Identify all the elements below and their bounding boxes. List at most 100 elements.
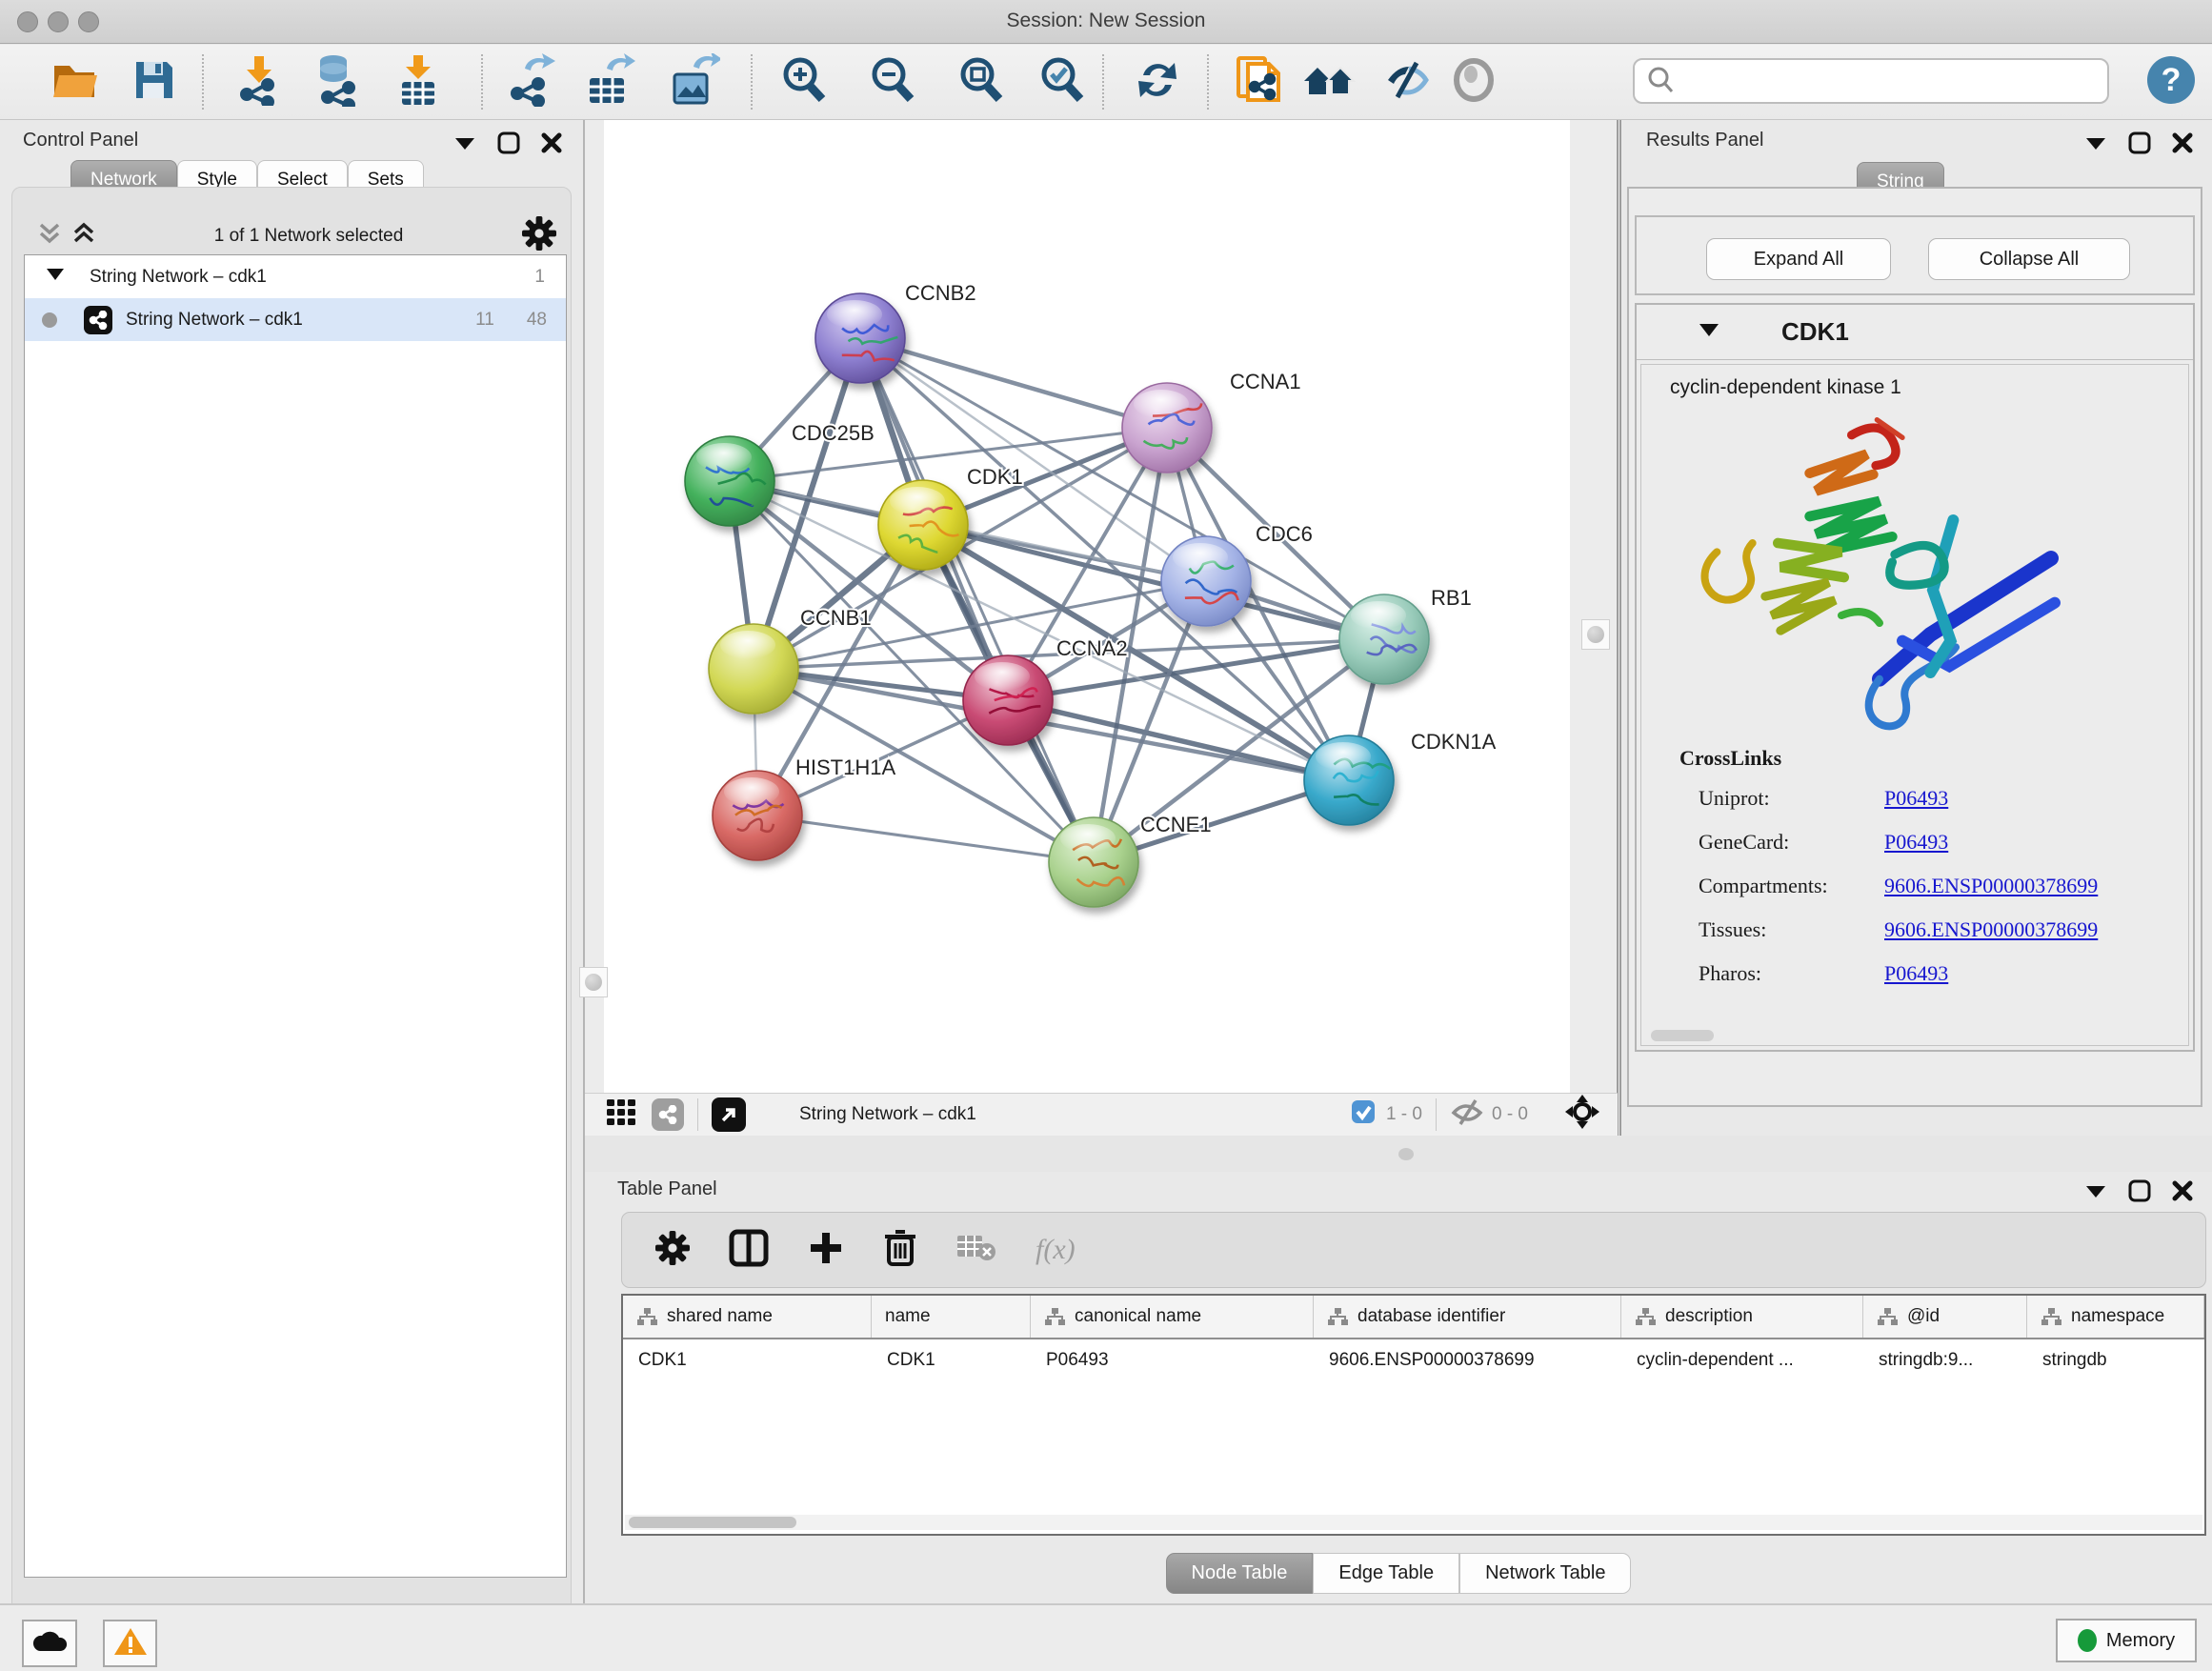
import-table-button[interactable] — [387, 52, 450, 111]
horizontal-splitter[interactable] — [585, 1136, 2212, 1172]
panel-menu-icon[interactable] — [2084, 134, 2107, 151]
zoom-selected-button[interactable] — [1031, 52, 1094, 111]
panel-close-icon[interactable] — [541, 132, 562, 153]
tab-node-table[interactable]: Node Table — [1166, 1553, 1314, 1594]
table-hscroll-thumb[interactable] — [629, 1517, 796, 1528]
panel-float-icon[interactable] — [2128, 131, 2151, 154]
panel-menu-icon[interactable] — [453, 134, 476, 151]
expand-all-icon[interactable] — [71, 221, 96, 252]
crosslinks-title: CrossLinks — [1679, 746, 2098, 771]
export-image-button[interactable] — [663, 52, 726, 111]
network-node-CCNA1[interactable]: CCNA1 — [1122, 370, 1301, 473]
column-header-namespace[interactable]: namespace — [2027, 1296, 2204, 1338]
panel-close-icon[interactable] — [2172, 1180, 2193, 1201]
network-node-CDKN1A[interactable]: CDKN1A — [1304, 730, 1497, 825]
protein-section-header[interactable]: CDK1 — [1637, 305, 2193, 360]
network-badge-icon[interactable] — [652, 1098, 684, 1131]
import-network-database-button[interactable] — [305, 52, 368, 111]
collapse-all-icon[interactable] — [37, 221, 62, 252]
zoom-fit-icon — [956, 55, 1006, 110]
search-input[interactable] — [1675, 70, 2084, 91]
panel-menu-icon[interactable] — [2084, 1182, 2107, 1199]
selected-checkbox-icon[interactable] — [1350, 1098, 1377, 1131]
network-node-CCNB2[interactable]: CCNB2 — [815, 281, 976, 383]
refresh-button[interactable] — [1126, 52, 1189, 111]
column-header--id[interactable]: @id — [1863, 1296, 2027, 1338]
hide-panel-button[interactable] — [1377, 52, 1439, 111]
table-cell[interactable]: CDK1 — [623, 1339, 872, 1381]
expand-all-button[interactable]: Expand All — [1706, 238, 1891, 280]
results-panel-divider[interactable] — [1615, 120, 1621, 1136]
network-node-HIST1H1A[interactable]: HIST1H1A — [713, 755, 895, 860]
crosslink-link[interactable]: P06493 — [1884, 786, 1948, 811]
table-cell[interactable]: cyclin-dependent ... — [1621, 1339, 1863, 1381]
add-column-icon[interactable] — [807, 1229, 845, 1272]
tree-expander-icon[interactable] — [46, 267, 65, 288]
open-session-button[interactable] — [45, 52, 108, 111]
network-row-selected[interactable]: String Network – cdk1 11 48 — [25, 298, 566, 341]
network-node-CCNE1[interactable]: CCNE1 — [1049, 813, 1212, 907]
share-network-file-button[interactable] — [1229, 52, 1292, 111]
table-cell[interactable]: 9606.ENSP00000378699 — [1314, 1339, 1621, 1381]
table-hscrollbar[interactable] — [625, 1515, 2202, 1530]
table-cell[interactable]: stringdb:9... — [1863, 1339, 2027, 1381]
table-options-gear-icon[interactable] — [654, 1230, 691, 1271]
node-label-CDC6: CDC6 — [1256, 522, 1313, 546]
save-session-button[interactable] — [123, 52, 186, 111]
table-cell[interactable]: P06493 — [1031, 1339, 1314, 1381]
zoom-in-button[interactable] — [773, 52, 835, 111]
cloud-status-button[interactable] — [22, 1620, 77, 1667]
home-view-button[interactable] — [1297, 52, 1360, 111]
crosslink-link[interactable]: P06493 — [1884, 961, 1948, 986]
network-collection-row[interactable]: String Network – cdk1 1 — [25, 255, 566, 298]
edge-CCNE1-HIST1H1A[interactable] — [757, 815, 1094, 862]
zoom-out-button[interactable] — [861, 52, 924, 111]
memory-button[interactable]: Memory — [2056, 1619, 2197, 1662]
network-options-gear-icon[interactable] — [521, 215, 557, 257]
network-node-RB1[interactable]: RB1 — [1339, 586, 1472, 684]
toolbar-separator — [751, 54, 753, 110]
grid-view-icon[interactable] — [606, 1097, 636, 1132]
results-hscroll-thumb[interactable] — [1651, 1030, 1714, 1041]
table-cell[interactable]: CDK1 — [872, 1339, 1031, 1381]
column-header-shared-name[interactable]: shared name — [623, 1296, 872, 1338]
delete-row-trash-icon[interactable] — [883, 1228, 917, 1273]
column-header-database-identifier[interactable]: database identifier — [1314, 1296, 1621, 1338]
pan-crosshair-icon[interactable] — [1564, 1094, 1600, 1136]
hidden-eye-icon[interactable] — [1450, 1097, 1484, 1132]
panel-close-icon[interactable] — [2172, 132, 2193, 153]
table-cell[interactable]: stringdb — [2027, 1339, 2204, 1381]
panel-float-icon[interactable] — [497, 131, 520, 154]
crosslink-link[interactable]: P06493 — [1884, 830, 1948, 855]
crosslink-link[interactable]: 9606.ENSP00000378699 — [1884, 874, 2098, 898]
column-header-canonical-name[interactable]: canonical name — [1031, 1296, 1314, 1338]
search-box[interactable] — [1633, 58, 2109, 104]
edge-CCNB2-CCNA1[interactable] — [860, 338, 1167, 428]
section-collapse-icon[interactable] — [1698, 321, 1720, 343]
node-label-CDK1: CDK1 — [967, 465, 1023, 489]
crosslink-link[interactable]: 9606.ENSP00000378699 — [1884, 917, 2098, 942]
export-network-button[interactable] — [500, 52, 563, 111]
tab-edge-table[interactable]: Edge Table — [1313, 1553, 1459, 1594]
network-view[interactable]: CCNB2CCNA1CDC25BCDK1CDC6RB1CCNB1CCNA2CDK… — [604, 120, 1570, 1093]
window-title: Session: New Session — [0, 10, 2212, 32]
collapse-all-button[interactable]: Collapse All — [1928, 238, 2130, 280]
export-table-button[interactable] — [578, 52, 641, 111]
import-network-file-button[interactable] — [228, 52, 291, 111]
help-button[interactable]: ? — [2147, 56, 2195, 104]
right-splitter-handle[interactable] — [1581, 619, 1610, 650]
network-node-CDK1[interactable]: CDK1 — [878, 465, 1023, 570]
split-columns-icon[interactable] — [729, 1229, 769, 1272]
crosslink-label: Pharos: — [1679, 961, 1884, 986]
zoom-fit-button[interactable] — [950, 52, 1013, 111]
show-panel-button[interactable] — [1442, 52, 1505, 111]
column-header-name[interactable]: name — [872, 1296, 1031, 1338]
tab-network-table[interactable]: Network Table — [1459, 1553, 1631, 1594]
column-header-description[interactable]: description — [1621, 1296, 1863, 1338]
double-house-icon — [1300, 58, 1357, 107]
table-row[interactable]: CDK1CDK1P064939606.ENSP00000378699cyclin… — [623, 1339, 2204, 1381]
detach-view-icon[interactable] — [712, 1097, 746, 1132]
panel-float-icon[interactable] — [2128, 1179, 2151, 1202]
left-splitter-handle[interactable] — [579, 967, 608, 997]
warning-status-button[interactable] — [103, 1620, 157, 1667]
